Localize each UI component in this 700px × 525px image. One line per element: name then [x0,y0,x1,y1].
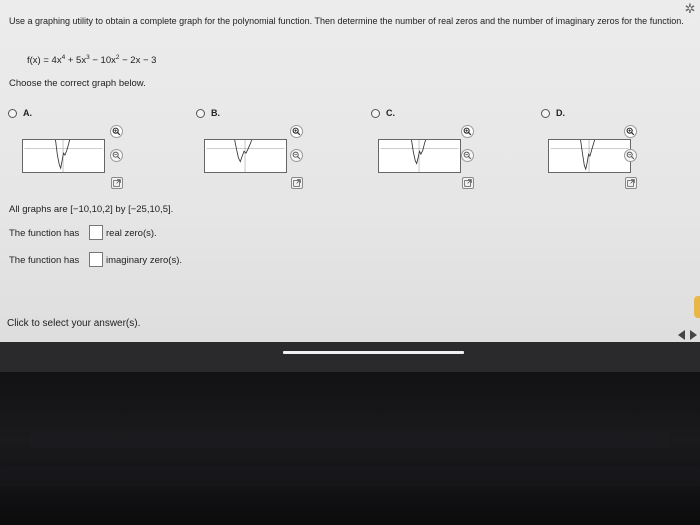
radio-d[interactable] [541,109,550,118]
imaginary-zeros-input[interactable] [89,252,103,267]
graph-d-plot [550,140,629,172]
graph-a-plot [24,140,103,172]
question-prompt: Use a graphing utility to obtain a compl… [9,16,684,26]
radio-a[interactable] [8,109,17,118]
gear-icon[interactable]: ✲ [683,2,697,16]
magnify-plus-icon[interactable] [290,125,303,138]
graph-c [378,139,461,173]
magnify-plus-icon[interactable] [110,125,123,138]
curve-d [580,140,596,171]
triangle-right-icon[interactable] [690,330,697,340]
laptop-bezel [0,372,700,525]
triangle-left-icon[interactable] [678,330,685,340]
imaginary-zeros-prefix: The function has [9,255,80,266]
graph-b [204,139,287,173]
magnify-plus-icon[interactable] [461,125,474,138]
external-window-icon[interactable] [462,177,474,189]
real-zeros-prefix: The function has [9,228,80,239]
curve-b [234,140,253,163]
magnify-minus-icon[interactable] [461,149,474,162]
graph-b-plot [206,140,285,172]
real-zeros-input[interactable] [89,225,103,240]
bottom-toolbar [0,342,700,372]
option-c-label: C. [386,108,395,118]
graph-a [22,139,105,173]
progress-indicator [283,351,464,354]
side-tab[interactable] [694,296,700,318]
option-a-label: A. [23,108,32,118]
radio-c[interactable] [371,109,380,118]
magnify-minus-icon[interactable] [110,149,123,162]
graph-d [548,139,631,173]
magnify-minus-icon[interactable] [290,149,303,162]
click-instruction: Click to select your answer(s). [7,318,141,329]
option-d-label: D. [556,108,565,118]
external-window-icon[interactable] [111,177,123,189]
curve-a [55,140,71,170]
option-b-label: B. [211,108,220,118]
quiz-screen: ✲ Use a graphing utility to obtain a com… [0,0,700,372]
external-window-icon[interactable] [291,177,303,189]
magnify-minus-icon[interactable] [624,149,637,162]
polynomial-function: f(x) = 4x4 + 5x3 − 10x2 − 2x − 3 [27,54,157,66]
external-window-icon[interactable] [625,177,637,189]
real-zeros-suffix: real zero(s). [106,228,157,239]
graph-c-plot [380,140,459,172]
question-nav [660,328,700,342]
radio-b[interactable] [196,109,205,118]
imaginary-zeros-suffix: imaginary zero(s). [106,255,183,266]
keyboard-edge [0,467,700,487]
choose-instruction: Choose the correct graph below. [9,78,146,89]
viewing-window-text: All graphs are [−10,10,2] by [−25,10,5]. [9,204,174,215]
curve-c [411,140,427,165]
magnify-plus-icon[interactable] [624,125,637,138]
keyboard-edge [30,432,670,448]
